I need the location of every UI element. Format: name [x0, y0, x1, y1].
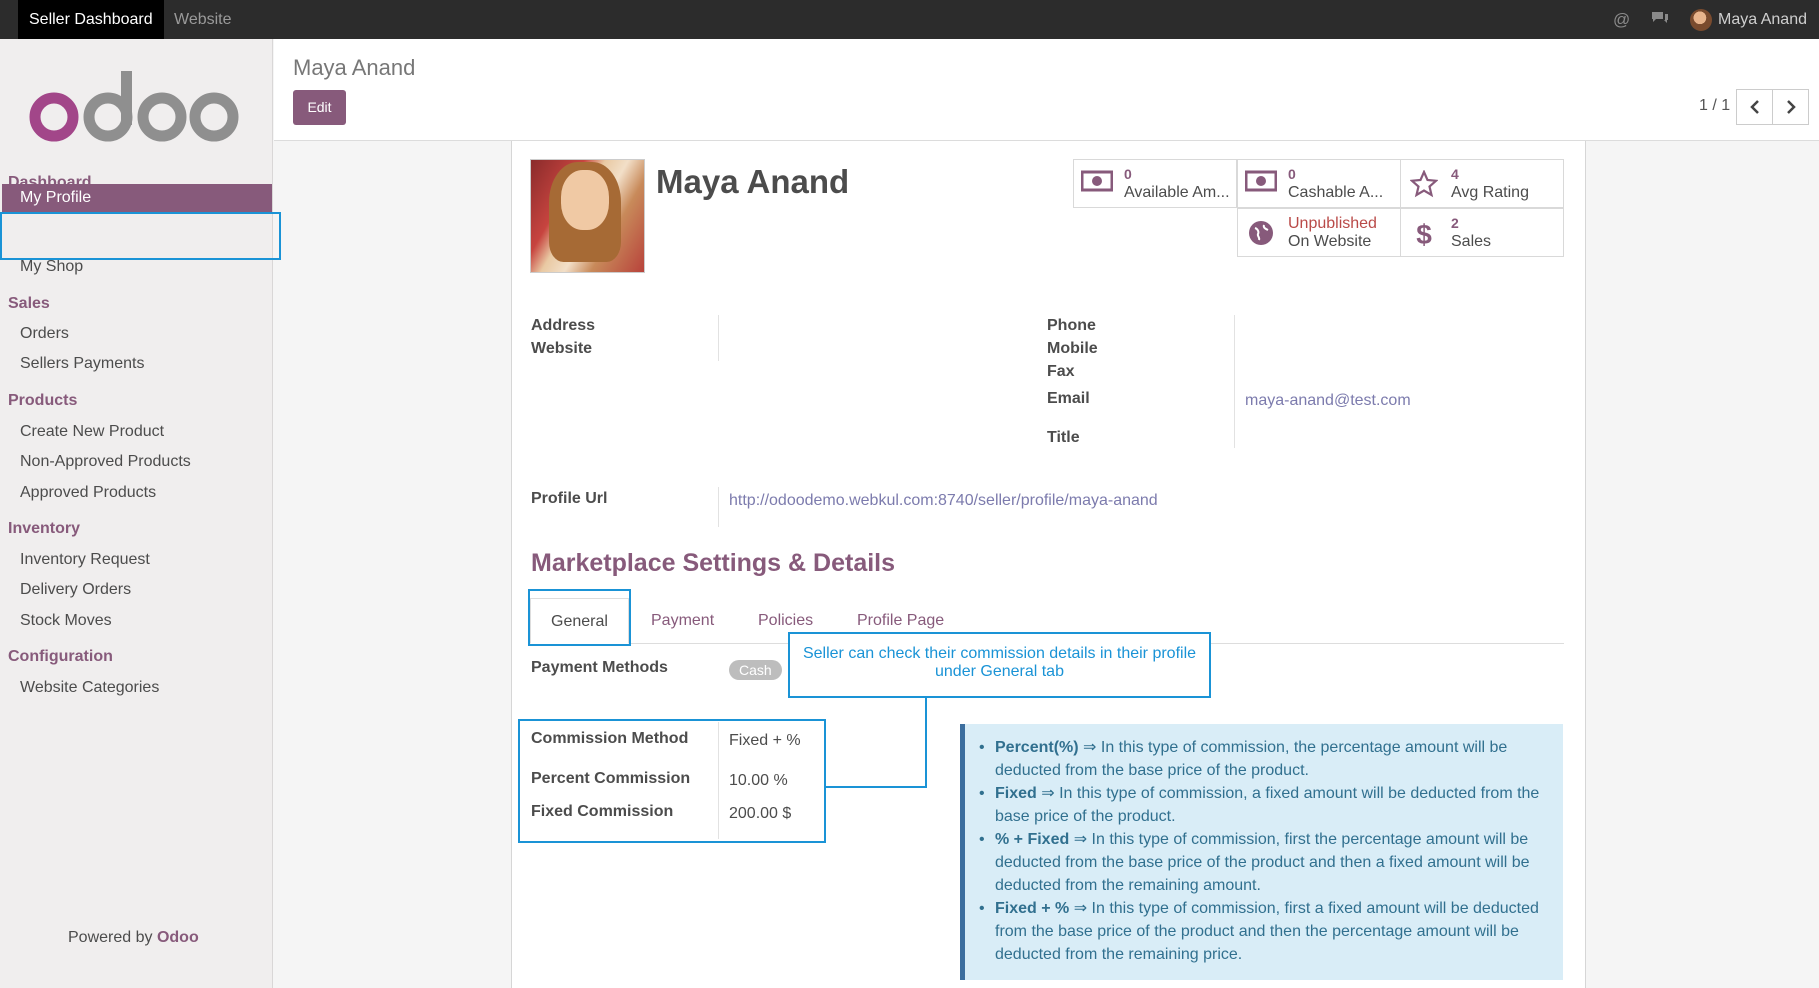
sidebar-section-inventory[interactable]: Inventory: [8, 520, 80, 538]
stat-avg-rating-value: 4: [1451, 166, 1459, 182]
pager-next-button[interactable]: [1772, 89, 1809, 125]
info-text: ⇒ In this type of commission, first a fi…: [995, 900, 1539, 963]
top-navbar: Seller Dashboard Website @ Maya Anand: [0, 0, 1819, 39]
highlight-general-tab: [528, 589, 631, 646]
stat-sales-label: Sales: [1451, 233, 1492, 250]
money-icon: [1244, 170, 1278, 198]
sidebar-item-website-categories[interactable]: Website Categories: [20, 679, 159, 697]
payment-method-badge: Cash: [729, 660, 782, 680]
breadcrumb: Maya Anand: [293, 55, 416, 80]
highlight-commission-fields: [518, 719, 826, 843]
info-term: Fixed + %: [995, 900, 1070, 917]
photo-face: [561, 170, 609, 230]
sidebar-item-create-new-product[interactable]: Create New Product: [20, 423, 164, 441]
chevron-right-icon: [1786, 100, 1796, 115]
odoo-logo[interactable]: [28, 65, 240, 145]
address-label: Address: [531, 317, 596, 334]
marketplace-heading: Marketplace Settings & Details: [531, 549, 896, 577]
sidebar-item-my-profile[interactable]: My Profile: [2, 184, 272, 212]
tab-seller-dashboard[interactable]: Seller Dashboard: [18, 0, 164, 39]
field-separator: [1234, 315, 1235, 448]
highlight-my-profile: [0, 212, 281, 260]
globe-icon: [1244, 219, 1278, 247]
fax-label: Fax: [1047, 363, 1075, 380]
sidebar-item-sellers-payments[interactable]: Sellers Payments: [20, 355, 145, 373]
info-item: Percent(%) ⇒ In this type of commission,…: [979, 736, 1551, 782]
stat-sales[interactable]: $ 2 Sales: [1400, 208, 1564, 257]
info-text: ⇒ In this type of commission, a fixed am…: [995, 785, 1540, 825]
field-separator: [718, 487, 719, 527]
user-menu[interactable]: Maya Anand: [1690, 0, 1807, 39]
sidebar-item-orders[interactable]: Orders: [20, 325, 69, 343]
seller-photo[interactable]: [530, 159, 645, 273]
profile-url-value[interactable]: http://odoodemo.webkul.com:8740/seller/p…: [729, 492, 1158, 510]
edit-button[interactable]: Edit: [293, 90, 346, 125]
stat-available-amount[interactable]: 0 Available Am...: [1073, 159, 1237, 208]
callout-connector: [925, 698, 927, 788]
info-text: ⇒ In this type of commission, first the …: [995, 831, 1530, 894]
tab-website[interactable]: Website: [163, 0, 243, 39]
pager-value[interactable]: 1 / 1: [1699, 97, 1730, 115]
sidebar-item-stock-moves[interactable]: Stock Moves: [20, 612, 112, 630]
phone-label: Phone: [1047, 317, 1096, 334]
website-label: Website: [531, 340, 593, 357]
powered-by: Powered by Odoo: [68, 929, 199, 947]
tab-payment[interactable]: Payment: [651, 598, 714, 644]
stat-cashable-amount[interactable]: 0 Cashable A...: [1237, 159, 1401, 208]
stat-website-status-value: Unpublished: [1288, 215, 1377, 232]
sidebar-section-products[interactable]: Products: [8, 392, 77, 410]
annotation-callout: Seller can check their commission detail…: [788, 632, 1211, 698]
info-item: Fixed ⇒ In this type of commission, a fi…: [979, 782, 1551, 828]
mention-icon[interactable]: @: [1613, 10, 1630, 30]
seller-name: Maya Anand: [656, 163, 850, 200]
stat-avg-rating-label: Avg Rating: [1451, 184, 1529, 201]
sidebar-item-my-shop[interactable]: My Shop: [20, 258, 83, 276]
title-label: Title: [1047, 429, 1080, 446]
star-icon: [1407, 169, 1441, 198]
stat-available-amount-value: 0: [1124, 166, 1132, 182]
stat-avg-rating[interactable]: 4 Avg Rating: [1400, 159, 1564, 208]
profile-url-label: Profile Url: [531, 490, 608, 507]
stat-website-status[interactable]: Unpublished On Website: [1237, 208, 1401, 257]
chevron-left-icon: [1749, 100, 1759, 115]
sidebar-item-approved-products[interactable]: Approved Products: [20, 484, 156, 502]
commission-info-box: Percent(%) ⇒ In this type of commission,…: [960, 724, 1563, 980]
stat-website-status-label: On Website: [1288, 233, 1372, 250]
info-item: Fixed + % ⇒ In this type of commission, …: [979, 897, 1551, 966]
info-term: Fixed: [995, 785, 1037, 802]
payment-methods-label: Payment Methods: [531, 659, 668, 676]
sidebar-section-sales[interactable]: Sales: [8, 295, 50, 313]
stat-sales-value: 2: [1451, 215, 1459, 231]
user-name: Maya Anand: [1718, 11, 1807, 28]
powered-by-text: Powered by: [68, 929, 153, 946]
avatar: [1690, 8, 1713, 31]
chat-icon[interactable]: [1650, 10, 1670, 32]
field-separator: [718, 315, 719, 361]
stat-cashable-amount-label: Cashable A...: [1288, 184, 1384, 201]
money-icon: [1080, 170, 1114, 198]
sidebar-item-delivery-orders[interactable]: Delivery Orders: [20, 581, 131, 599]
powered-by-brand[interactable]: Odoo: [157, 929, 199, 946]
stat-cashable-amount-value: 0: [1288, 166, 1296, 182]
control-panel: Maya Anand Edit 1 / 1: [274, 39, 1819, 141]
info-item: % + Fixed ⇒ In this type of commission, …: [979, 828, 1551, 897]
pager-previous-button[interactable]: [1736, 89, 1773, 125]
info-term: % + Fixed: [995, 831, 1070, 848]
info-term: Percent(%): [995, 739, 1079, 756]
callout-connector: [825, 786, 927, 788]
email-value[interactable]: maya-anand@test.com: [1245, 392, 1411, 410]
sidebar-section-configuration[interactable]: Configuration: [8, 648, 113, 666]
sidebar-item-non-approved-products[interactable]: Non-Approved Products: [20, 453, 191, 471]
dollar-icon: $: [1416, 219, 1432, 250]
mobile-label: Mobile: [1047, 340, 1098, 357]
stat-available-amount-label: Available Am...: [1124, 184, 1230, 201]
email-label: Email: [1047, 390, 1090, 407]
sidebar-item-inventory-request[interactable]: Inventory Request: [20, 551, 150, 569]
